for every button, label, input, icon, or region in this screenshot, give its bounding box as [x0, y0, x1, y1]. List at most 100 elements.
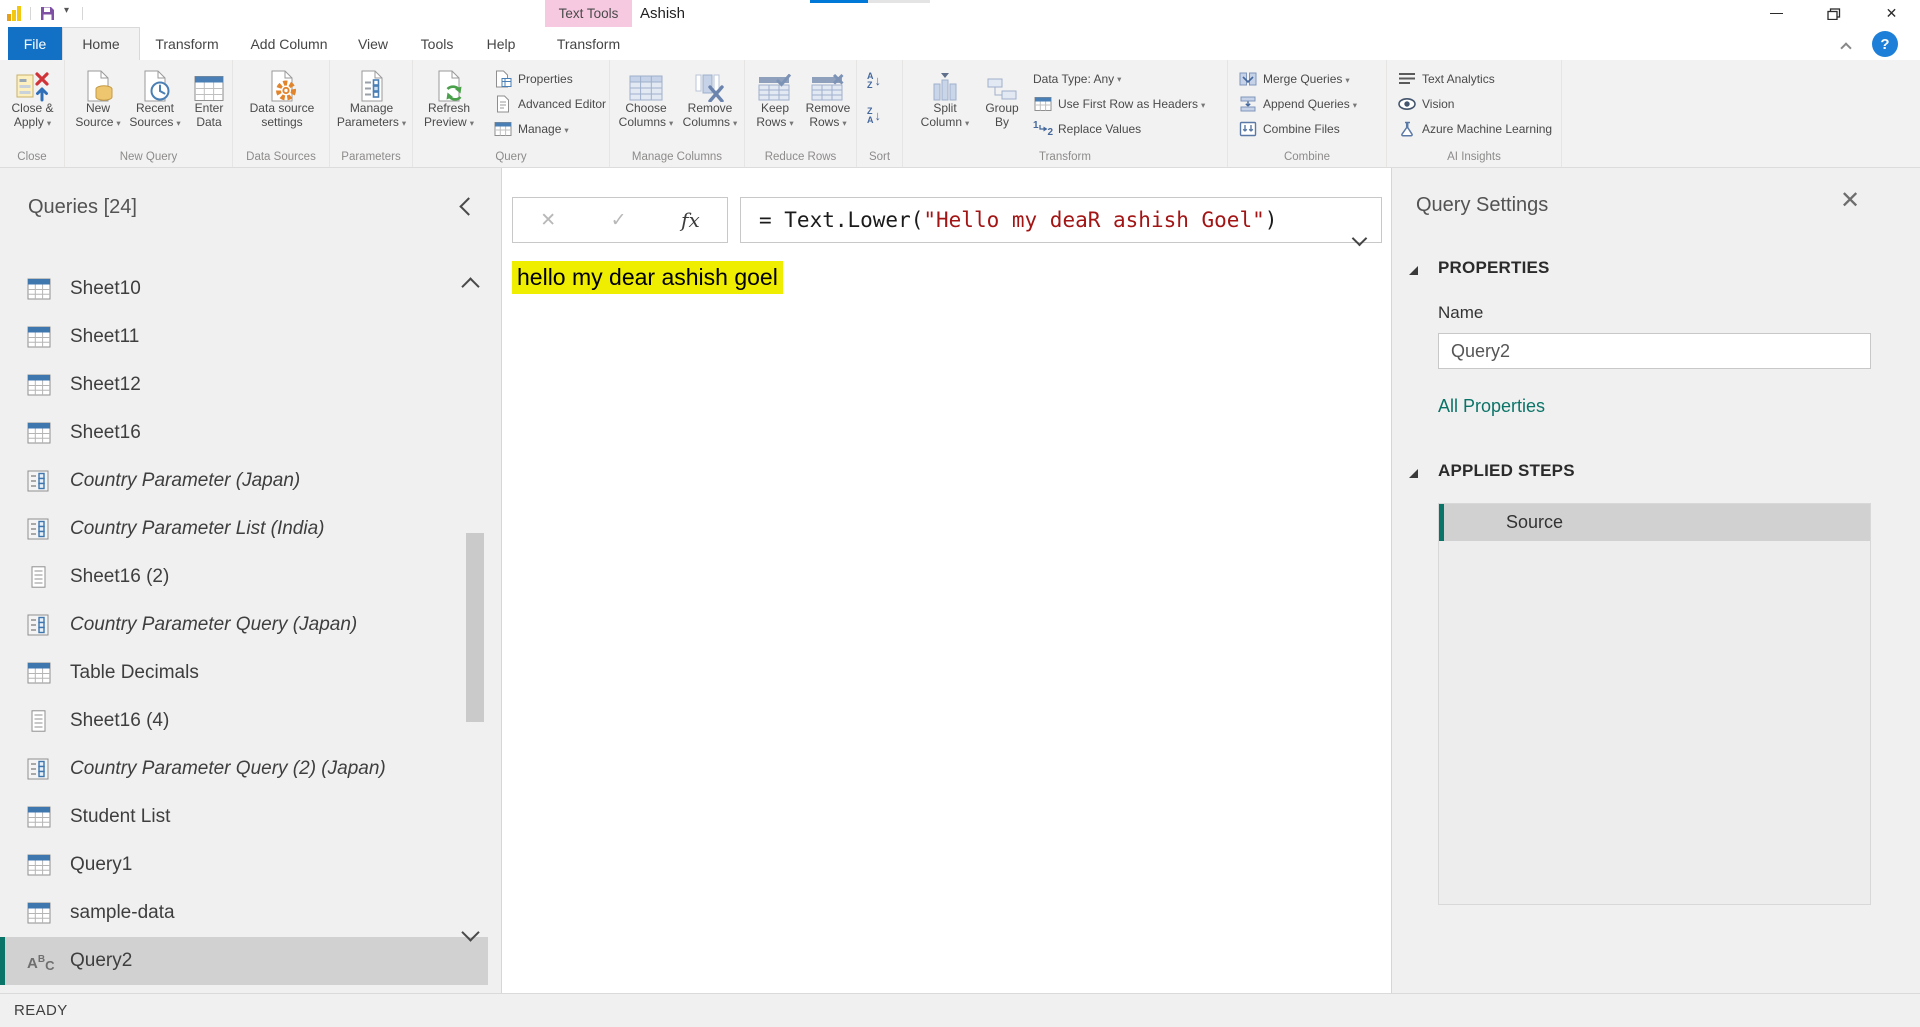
formula-string-argument: "Hello my deaR ashish Goel" — [923, 208, 1264, 232]
parameter-icon — [27, 758, 51, 780]
tab-file[interactable]: File — [8, 27, 62, 60]
text-tools-contextual-header[interactable]: Text Tools — [545, 0, 632, 27]
table-header-icon — [1033, 96, 1053, 112]
applied-steps-section-header[interactable]: APPLIED STEPS — [1438, 461, 1575, 481]
restore-button[interactable] — [1805, 0, 1863, 27]
ribbon-group-label: Transform — [903, 151, 1227, 163]
recent-sources-button[interactable]: Recent Sources — [125, 63, 185, 130]
close-and-apply-button[interactable]: Close & Apply — [4, 63, 61, 130]
cancel-formula-button[interactable]: ✕ — [540, 209, 556, 232]
all-properties-link[interactable]: All Properties — [1438, 396, 1545, 417]
collapse-pane-button[interactable] — [462, 200, 475, 218]
button-label: Rows — [751, 116, 799, 131]
sort-ascending-button[interactable]: AZ ↓ — [867, 72, 881, 89]
fx-icon[interactable]: fx — [681, 208, 700, 232]
remove-rows-button[interactable]: Remove Rows — [802, 63, 854, 130]
applied-step-source[interactable]: Source — [1439, 504, 1870, 541]
query-list-item[interactable]: Table Decimals — [0, 649, 488, 697]
button-label: Refresh — [421, 102, 477, 116]
combine-files-button[interactable]: Combine Files — [1238, 118, 1340, 140]
collapse-triangle-icon[interactable] — [1409, 469, 1418, 478]
remove-columns-button[interactable]: Remove Columns — [680, 63, 740, 130]
query-list-item[interactable]: Sheet10 — [0, 265, 488, 313]
query-name: Query1 — [70, 854, 132, 876]
query-name: Country Parameter List (India) — [70, 518, 325, 540]
queries-pane: Queries [24] Sheet10 Sheet11 Sheet12 She… — [0, 168, 502, 993]
scrollbar-down-button[interactable] — [464, 926, 477, 944]
tab-contextual-transform[interactable]: Transform — [545, 27, 632, 60]
table-icon — [27, 902, 51, 924]
query-list-item[interactable]: Student List — [0, 793, 488, 841]
collapse-ribbon-button[interactable] — [1842, 39, 1850, 57]
refresh-preview-button[interactable]: Refresh Preview — [421, 63, 477, 130]
formula-input[interactable]: = Text.Lower("Hello my deaR ashish Goel"… — [740, 197, 1382, 243]
query-list-item[interactable]: Query1 — [0, 841, 488, 889]
tab-view[interactable]: View — [348, 27, 398, 60]
query-list-item[interactable]: Country Parameter Query (Japan) — [0, 601, 488, 649]
list-icon — [27, 710, 51, 732]
expand-formula-bar-button[interactable] — [1354, 215, 1365, 259]
sort-descending-button[interactable]: ZA ↓ — [867, 107, 881, 124]
advanced-editor-button[interactable]: Advanced Editor — [493, 93, 606, 115]
keep-rows-button[interactable]: Keep Rows — [751, 63, 799, 130]
tab-tools[interactable]: Tools — [410, 27, 464, 60]
properties-section-header[interactable]: PROPERTIES — [1438, 258, 1550, 278]
button-label: Close & — [4, 102, 61, 116]
query-name: Table Decimals — [70, 662, 199, 684]
chevron-up-icon — [461, 277, 479, 295]
ribbon-group-transform: Split Column Group By Data Type: Any Use… — [903, 60, 1228, 167]
close-settings-button[interactable]: ✕ — [1840, 186, 1860, 215]
query-list-item[interactable]: Country Parameter Query (2) (Japan) — [0, 745, 488, 793]
text-analytics-button[interactable]: Text Analytics — [1397, 68, 1495, 90]
scrollbar-thumb[interactable] — [466, 533, 484, 722]
query-list-item[interactable]: Sheet16 (2) — [0, 553, 488, 601]
ribbon-group-label: Close — [0, 151, 64, 163]
button-label: Remove — [680, 102, 740, 116]
tab-transform[interactable]: Transform — [148, 27, 226, 60]
tab-home[interactable]: Home — [62, 27, 140, 60]
tab-add-column[interactable]: Add Column — [244, 27, 334, 60]
query-name: Country Parameter Query (2) (Japan) — [70, 758, 386, 780]
save-button[interactable] — [40, 6, 55, 21]
query-list-item-selected[interactable]: ABCQuery2 — [0, 937, 488, 985]
vision-button[interactable]: Vision — [1397, 93, 1454, 115]
manage-parameters-button[interactable]: Manage Parameters — [333, 63, 410, 130]
list-icon — [27, 566, 51, 588]
query-list-item[interactable]: Sheet12 — [0, 361, 488, 409]
button-label: Recent — [125, 102, 185, 116]
data-type-button[interactable]: Data Type: Any — [1033, 68, 1121, 90]
query-list-item[interactable]: Sheet11 — [0, 313, 488, 361]
query-name-input[interactable] — [1438, 333, 1871, 369]
azure-machine-learning-button[interactable]: Azure Machine Learning — [1397, 118, 1552, 140]
replace-values-button[interactable]: 12 Replace Values — [1033, 118, 1141, 140]
commit-formula-button[interactable]: ✓ — [611, 209, 627, 232]
query-name: Country Parameter (Japan) — [70, 470, 300, 492]
query-list-item[interactable]: Sheet16 (4) — [0, 697, 488, 745]
button-label: Column — [917, 116, 973, 131]
restore-icon — [1827, 8, 1841, 20]
window-title: Ashish — [640, 0, 685, 27]
new-source-button[interactable]: New Source — [73, 63, 123, 130]
help-button[interactable]: ? — [1872, 31, 1898, 57]
close-window-button[interactable]: ✕ — [1863, 0, 1920, 27]
query-list-item[interactable]: Sheet16 — [0, 409, 488, 457]
choose-columns-button[interactable]: Choose Columns — [616, 63, 676, 130]
button-label: Manage — [518, 122, 569, 136]
properties-button[interactable]: Properties — [493, 68, 573, 90]
scrollbar-up-button[interactable] — [464, 280, 477, 298]
tab-help[interactable]: Help — [476, 27, 526, 60]
query-list-item[interactable]: sample-data — [0, 889, 488, 937]
use-first-row-as-headers-button[interactable]: Use First Row as Headers — [1033, 93, 1205, 115]
enter-data-button[interactable]: Enter Data — [189, 63, 229, 129]
append-queries-button[interactable]: Append Queries — [1238, 93, 1357, 115]
collapse-triangle-icon[interactable] — [1409, 266, 1418, 275]
query-list-item[interactable]: Country Parameter List (India) — [0, 505, 488, 553]
quick-access-caret-icon[interactable]: ▾ — [64, 5, 69, 16]
manage-query-button[interactable]: Manage — [493, 118, 569, 140]
query-list-item[interactable]: Country Parameter (Japan) — [0, 457, 488, 505]
minimize-button[interactable] — [1747, 0, 1805, 27]
merge-queries-button[interactable]: Merge Queries — [1238, 68, 1350, 90]
group-by-button[interactable]: Group By — [979, 63, 1025, 129]
split-column-button[interactable]: Split Column — [917, 63, 973, 130]
data-source-settings-button[interactable]: Data source settings — [242, 63, 322, 129]
